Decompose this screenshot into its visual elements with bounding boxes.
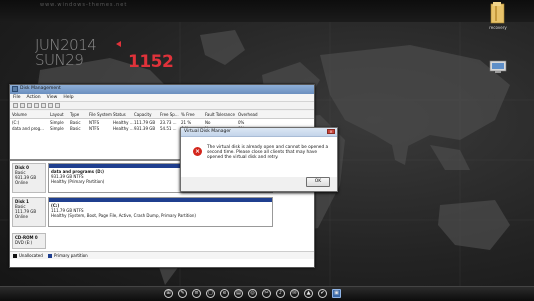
pin-icon[interactable]: ✎	[178, 289, 187, 298]
disk-status: Online	[15, 214, 28, 219]
unallocated-swatch	[13, 253, 17, 258]
folder-icon	[490, 2, 505, 24]
close-icon[interactable]: ×	[327, 129, 335, 134]
cell-capacity: 111.79 GB	[134, 119, 156, 125]
column-header-layout[interactable]: Layout	[50, 112, 64, 117]
delete-icon[interactable]	[55, 103, 60, 108]
windows-start-icon[interactable]: ⊞	[164, 289, 173, 298]
partition-status: Healthy (System, Boot, Page File, Active…	[51, 213, 196, 218]
cell-capacity: 931.39 GB	[134, 125, 156, 131]
taskbar: ⊞ ✎ ≡ ▢ e ▤ ◎ ✂ ♪ ✉ ▲ ✔ ▣	[0, 286, 534, 301]
check-icon[interactable]: ✔	[318, 289, 327, 298]
top-band-text: www.windows-themes.net	[40, 2, 128, 8]
desktop-shortcut-icon	[489, 60, 507, 73]
cut-icon[interactable]: ✂	[262, 289, 271, 298]
disk-type: DVD (E:)	[15, 240, 33, 245]
disk-manager-icon[interactable]: ▣	[332, 289, 341, 298]
back-icon[interactable]	[13, 103, 18, 108]
column-header-free-space[interactable]: Free Sp...	[160, 112, 179, 117]
up-icon[interactable]	[27, 103, 32, 108]
cell-filesystem: NTFS	[89, 125, 100, 131]
clock-arrow-icon	[116, 41, 121, 47]
cell-free-space: 23.73 ...	[160, 119, 177, 125]
disk-row: Disk 1 Basic 111.79 GB Online (C:) 111.7…	[10, 197, 314, 227]
legend: Unallocated Primary partition	[10, 251, 314, 259]
disk-label[interactable]: Disk 1 Basic 111.79 GB Online	[12, 197, 46, 227]
cell-layout: Simple	[50, 125, 64, 131]
legend-primary-partition: Primary partition	[54, 253, 88, 258]
cell-volume: (C:)	[12, 119, 20, 125]
music-icon[interactable]: ♪	[276, 289, 285, 298]
clock-time: 1152	[128, 52, 174, 72]
cell-type: Basic	[70, 119, 81, 125]
disk-management-icon	[12, 86, 18, 92]
cell-fault-tolerance: No	[205, 119, 211, 125]
cell-percent-free: 21 %	[181, 119, 192, 125]
cell-volume: data and prog...	[12, 125, 44, 131]
menu-file[interactable]: File	[13, 94, 21, 101]
menu-help[interactable]: Help	[63, 94, 73, 101]
cell-status: Healthy ...	[113, 119, 134, 125]
forward-icon[interactable]	[20, 103, 25, 108]
dialog-message: The virtual disk is already open and can…	[207, 145, 329, 161]
window-icon[interactable]: ▢	[206, 289, 215, 298]
dialog-title: Virtual Disk Manager	[184, 129, 231, 134]
error-icon: ×	[193, 147, 202, 156]
disk-status: Online	[15, 180, 28, 185]
legend-unallocated: Unallocated	[19, 253, 43, 258]
properties-icon[interactable]	[34, 103, 39, 108]
refresh-icon[interactable]	[48, 103, 53, 108]
column-header-percent-free[interactable]: % Free	[181, 112, 195, 117]
cell-status: Healthy ...	[113, 125, 134, 131]
cell-free-space: 54.51 ...	[160, 125, 177, 131]
window-titlebar[interactable]: Disk Management	[10, 85, 314, 94]
ok-button[interactable]: OK	[306, 177, 330, 187]
menu-view[interactable]: View	[47, 94, 58, 101]
column-header-fault-tolerance[interactable]: Fault Tolerance	[205, 112, 235, 117]
column-header-volume[interactable]: Volume	[12, 112, 27, 117]
top-band: www.windows-themes.net	[0, 0, 534, 22]
dialog-titlebar[interactable]: Virtual Disk Manager ×	[181, 128, 337, 137]
desktop-icon-recovery[interactable]: recovery	[478, 2, 518, 30]
menu-action[interactable]: Action	[27, 94, 41, 101]
column-header-overhead[interactable]: Overhead	[238, 112, 258, 117]
control-panel-icon[interactable]: ▤	[234, 289, 243, 298]
bar-icon[interactable]: ≡	[192, 289, 201, 298]
up-icon[interactable]: ▲	[304, 289, 313, 298]
column-header-type[interactable]: Type	[70, 112, 79, 117]
cell-layout: Simple	[50, 119, 64, 125]
column-header-status[interactable]: Status	[113, 112, 126, 117]
clock-date-line2: SUN29	[35, 51, 84, 69]
taskbar-icons: ⊞ ✎ ≡ ▢ e ▤ ◎ ✂ ♪ ✉ ▲ ✔ ▣	[164, 289, 341, 298]
primary-partition-swatch	[48, 253, 52, 258]
column-header-capacity[interactable]: Capacity	[134, 112, 151, 117]
disk-row: CD-ROM 0 DVD (E:)	[10, 233, 314, 249]
help-icon[interactable]	[41, 103, 46, 108]
window-title: Disk Management	[20, 86, 61, 91]
disk-icon[interactable]: ◎	[248, 289, 257, 298]
table-header: Volume Layout Type File System Status Ca…	[10, 111, 314, 119]
partition-block[interactable]: (C:) 111.79 GB NTFS Healthy (System, Boo…	[48, 197, 273, 227]
chat-icon[interactable]: ✉	[290, 289, 299, 298]
disk-label[interactable]: CD-ROM 0 DVD (E:)	[12, 233, 46, 249]
dialog-body: × The virtual disk is already open and c…	[181, 137, 337, 177]
ie-icon[interactable]: e	[220, 289, 229, 298]
desktop-icon-shortcut[interactable]	[478, 60, 518, 74]
disk-label[interactable]: Disk 0 Basic 931.39 GB Online	[12, 163, 46, 193]
cell-filesystem: NTFS	[89, 119, 100, 125]
cell-overhead: 0%	[238, 119, 245, 125]
column-header-filesystem[interactable]: File System	[89, 112, 112, 117]
cell-type: Basic	[70, 125, 81, 131]
menu-bar: File Action View Help	[10, 94, 314, 102]
toolbar	[10, 102, 314, 110]
desktop-icon-label: recovery	[489, 25, 507, 30]
virtual-disk-manager-dialog[interactable]: Virtual Disk Manager × × The virtual dis…	[180, 127, 338, 192]
